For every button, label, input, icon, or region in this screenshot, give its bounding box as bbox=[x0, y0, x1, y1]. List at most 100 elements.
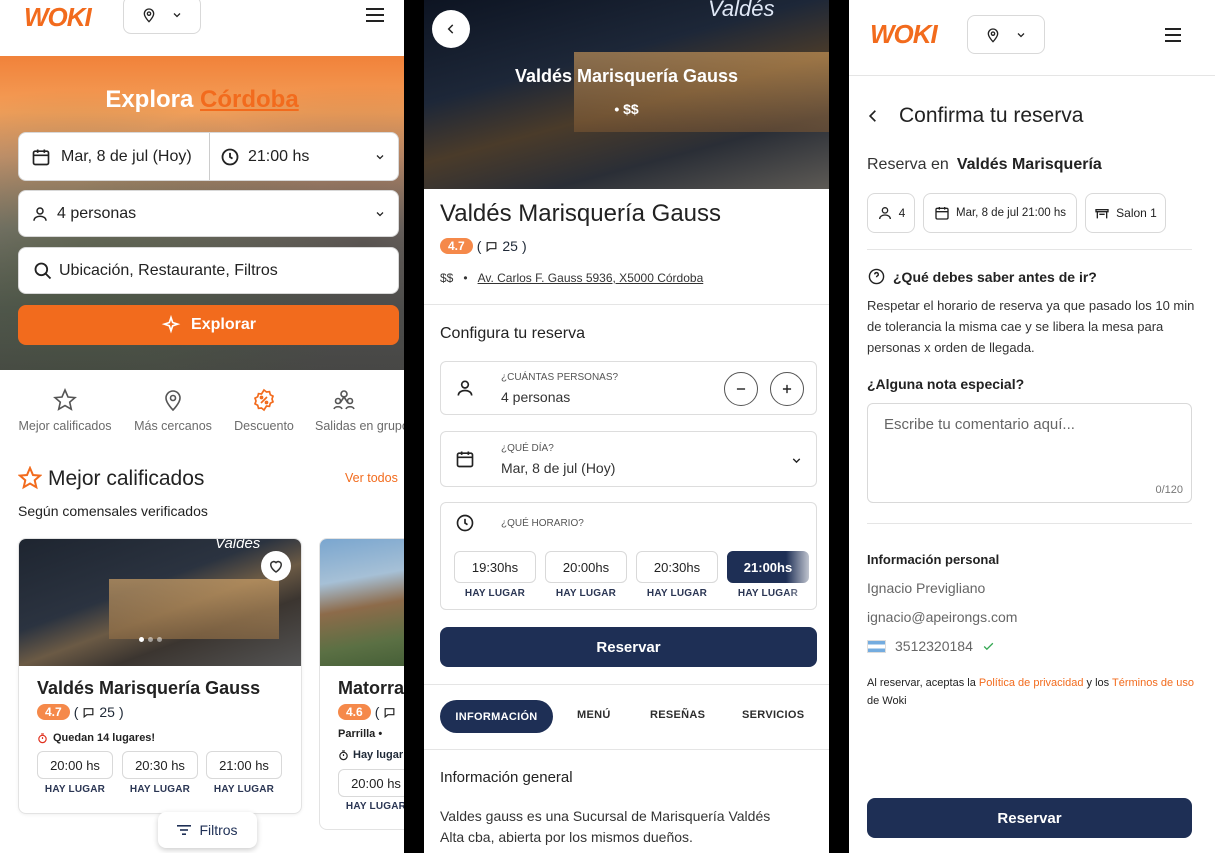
location-selector[interactable] bbox=[123, 0, 201, 34]
location-pin-icon bbox=[985, 27, 1001, 43]
restaurant-detail-screen: Valdés Valdés Marisquería Gauss • $$ Val… bbox=[424, 0, 829, 853]
comment-icon bbox=[383, 706, 396, 719]
reserve-button[interactable]: Reservar bbox=[867, 798, 1192, 838]
restaurant-photo bbox=[320, 539, 404, 666]
tab-reviews[interactable]: RESEÑAS bbox=[650, 709, 705, 721]
plus-icon bbox=[780, 382, 794, 396]
section-subtitle: Según comensales verificados bbox=[18, 503, 208, 519]
category-groups[interactable]: Salidas en grupo bbox=[312, 388, 404, 433]
storefront-sign: Valdés bbox=[708, 0, 775, 21]
category-bar: Mejor calificados Más cercanos Descuento… bbox=[0, 388, 404, 438]
time-slot[interactable]: 20:00 hs bbox=[37, 751, 113, 779]
tab-services[interactable]: SERVICIOS bbox=[742, 709, 804, 721]
menu-icon[interactable] bbox=[1165, 27, 1183, 43]
divider bbox=[849, 75, 1215, 76]
tab-information[interactable]: INFORMACIÓN bbox=[440, 700, 553, 733]
filters-button[interactable]: Filtros bbox=[158, 812, 257, 848]
category-top-rated[interactable]: Mejor calificados bbox=[8, 388, 122, 433]
clock-icon bbox=[220, 147, 240, 167]
menu-icon[interactable] bbox=[366, 6, 386, 24]
discount-badge-icon bbox=[252, 388, 276, 412]
rating-badge: 4.6 bbox=[338, 704, 371, 720]
woki-logo[interactable]: WOKI bbox=[870, 19, 938, 50]
day-value: Mar, 8 de jul (Hoy) bbox=[501, 460, 616, 476]
hero-city-link[interactable]: Córdoba bbox=[200, 86, 299, 113]
know-text: Respetar el horario de reserva ya que pa… bbox=[867, 298, 1195, 355]
time-slot[interactable]: 20:30 hs bbox=[122, 751, 198, 779]
people-counter: ¿CUÁNTAS PERSONAS? 4 personas bbox=[440, 361, 817, 415]
hero-price: • $$ bbox=[614, 101, 639, 117]
chevron-left-icon bbox=[444, 22, 458, 36]
time-picker[interactable]: 21:00 hs bbox=[210, 133, 398, 180]
rating-badge: 4.7 bbox=[37, 704, 70, 720]
search-icon bbox=[33, 261, 53, 281]
category-discount[interactable]: Descuento bbox=[226, 388, 302, 433]
argentina-flag-icon bbox=[867, 639, 886, 653]
availability-label: HAY LUGAR bbox=[464, 588, 526, 599]
chevron-down-icon bbox=[1015, 29, 1027, 41]
reservation-summary: Reserva en Valdés Marisquería bbox=[867, 156, 1102, 173]
privacy-policy-link[interactable]: Política de privacidad bbox=[979, 677, 1084, 689]
cuisine-label: Parrilla • bbox=[338, 728, 383, 740]
time-slot[interactable]: 19:30hs bbox=[454, 551, 536, 583]
calendar-icon bbox=[934, 205, 950, 221]
carousel-dots bbox=[139, 637, 162, 642]
chevron-down-icon bbox=[374, 151, 386, 163]
note-textarea[interactable]: Escribe tu comentario aquí... 0/120 bbox=[867, 403, 1192, 503]
time-slot[interactable]: 20:00hs bbox=[545, 551, 627, 583]
calendar-icon bbox=[455, 449, 475, 469]
woki-logo[interactable]: WOKI bbox=[24, 2, 92, 32]
availability-label: HAY LUGAR bbox=[555, 588, 617, 599]
restaurant-card[interactable]: Valdés Valdés Marisquería Gauss 4.7 ( 25… bbox=[18, 538, 302, 814]
increment-button[interactable] bbox=[770, 372, 804, 406]
question-icon bbox=[868, 268, 885, 285]
group-icon bbox=[332, 388, 356, 412]
table-icon bbox=[1094, 205, 1110, 221]
clock-icon bbox=[455, 513, 475, 533]
timer-icon bbox=[338, 749, 349, 761]
see-all-link[interactable]: Ver todos bbox=[345, 471, 398, 485]
availability-label: HAY LUGAR bbox=[213, 784, 275, 795]
heart-icon bbox=[267, 557, 285, 575]
rating-row: 4.7 ( 25 ) bbox=[37, 704, 124, 720]
time-slot[interactable]: 21:00 hs bbox=[206, 751, 282, 779]
availability-label: HAY LUGAR bbox=[646, 588, 708, 599]
location-selector[interactable] bbox=[967, 15, 1045, 54]
restaurant-name: Valdés Marisquería Gauss bbox=[37, 678, 261, 698]
explore-button[interactable]: Explorar bbox=[18, 305, 399, 345]
time-slot[interactable]: 20:30hs bbox=[636, 551, 718, 583]
back-button[interactable] bbox=[432, 10, 470, 48]
person-icon bbox=[877, 205, 893, 221]
divider bbox=[867, 249, 1192, 250]
info-title: Información general bbox=[440, 769, 573, 786]
user-email: ignacio@apeirongs.com bbox=[867, 609, 1018, 625]
category-nearby[interactable]: Más cercanos bbox=[124, 388, 222, 433]
info-text: Valdes gauss es una Sucursal de Marisque… bbox=[440, 808, 771, 845]
restaurant-card[interactable]: Matorral 4.6 ( Parrilla • Hay lugar 20:0… bbox=[319, 538, 404, 830]
minus-icon bbox=[734, 382, 748, 396]
favorite-button[interactable] bbox=[261, 551, 291, 581]
reserve-button[interactable]: Reservar bbox=[440, 627, 817, 667]
chevron-down-icon bbox=[790, 454, 803, 467]
availability-label: HAY LUGAR bbox=[129, 784, 191, 795]
date-picker[interactable]: Mar, 8 de jul (Hoy) bbox=[19, 133, 210, 180]
user-name: Ignacio Previgliano bbox=[867, 580, 986, 596]
divider bbox=[867, 523, 1192, 524]
back-arrow-icon[interactable] bbox=[866, 107, 880, 125]
star-outline-icon bbox=[18, 466, 42, 490]
tab-menu[interactable]: MENÚ bbox=[577, 709, 611, 721]
day-selector[interactable]: ¿QUÉ DÍA? Mar, 8 de jul (Hoy) bbox=[440, 431, 817, 487]
comment-icon bbox=[82, 706, 95, 719]
terms-of-use-link[interactable]: Términos de uso bbox=[1112, 677, 1194, 689]
time-slot[interactable]: 20:00 hs bbox=[338, 769, 404, 797]
address-link[interactable]: Av. Carlos F. Gauss 5936, X5000 Córdoba bbox=[478, 271, 704, 285]
search-input[interactable]: Ubicación, Restaurante, Filtros bbox=[18, 247, 399, 294]
divider bbox=[424, 684, 829, 685]
note-title: ¿Alguna nota especial? bbox=[867, 376, 1025, 392]
location-pin-icon bbox=[161, 388, 185, 412]
chevron-down-icon bbox=[171, 9, 183, 21]
check-icon bbox=[982, 640, 995, 653]
decrement-button[interactable] bbox=[724, 372, 758, 406]
people-selector[interactable]: 4 personas bbox=[18, 190, 399, 237]
restaurant-title: Valdés Marisquería Gauss bbox=[440, 200, 722, 227]
